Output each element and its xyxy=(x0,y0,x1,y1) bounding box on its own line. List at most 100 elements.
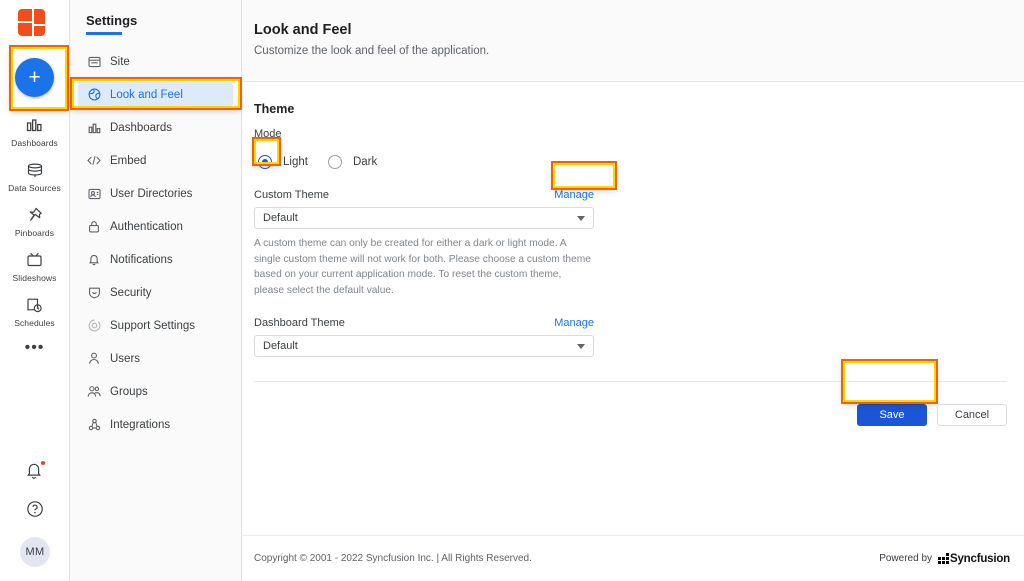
rail-item-dashboards[interactable]: Dashboards xyxy=(0,115,69,148)
rail-item-label: Dashboards xyxy=(11,138,58,148)
powered-by-label: Powered by xyxy=(879,553,932,564)
avatar[interactable]: MM xyxy=(20,537,50,567)
sidebar-item-label: Users xyxy=(110,353,140,365)
form-actions: Save Cancel xyxy=(254,404,1024,426)
custom-theme-select-value: Default xyxy=(263,212,298,224)
integrations-icon xyxy=(87,418,101,432)
rail-item-label: Slideshows xyxy=(13,273,57,283)
dashboard-theme-select[interactable]: Default xyxy=(254,335,594,357)
sidebar-item-label: Support Settings xyxy=(110,320,195,332)
sidebar-item-label: User Directories xyxy=(110,188,192,200)
help-circle-icon xyxy=(26,500,44,518)
radio-dark-wrapper xyxy=(324,151,346,173)
main-content: Look and Feel Customize the look and fee… xyxy=(242,0,1024,581)
mode-radio-group: Light Dark xyxy=(254,151,1024,173)
slideshow-icon xyxy=(26,250,43,270)
add-new-button[interactable]: + xyxy=(15,58,54,97)
help-button[interactable] xyxy=(26,500,44,518)
left-rail: + Dashboards Data xyxy=(0,0,70,581)
sidebar-item-label: Authentication xyxy=(110,221,183,233)
sidebar-item-user-directories[interactable]: User Directories xyxy=(78,181,233,206)
page-title: Look and Feel xyxy=(254,22,1024,38)
sidebar-item-label: Integrations xyxy=(110,419,170,431)
sidebar-item-authentication[interactable]: Authentication xyxy=(78,214,233,239)
sidebar-item-label: Notifications xyxy=(110,254,173,266)
palette-icon xyxy=(87,88,101,102)
custom-theme-label: Custom Theme xyxy=(254,189,329,201)
sidebar-item-support-settings[interactable]: Support Settings xyxy=(78,313,233,338)
schedule-clock-icon xyxy=(26,295,43,315)
user-directory-icon xyxy=(87,187,101,201)
sidebar-item-site[interactable]: Site xyxy=(78,49,233,74)
group-icon xyxy=(87,385,101,399)
sidebar-item-integrations[interactable]: Integrations xyxy=(78,412,233,437)
lifebuoy-icon xyxy=(87,319,101,333)
dashboard-theme-select-value: Default xyxy=(263,340,298,352)
custom-theme-row: Custom Theme Manage xyxy=(254,189,594,201)
chevron-down-icon xyxy=(577,216,585,221)
rail-item-label: Data Sources xyxy=(8,183,61,193)
sidebar-item-look-and-feel[interactable]: Look and Feel xyxy=(78,82,233,107)
radio-light-wrapper xyxy=(254,151,276,173)
rail-item-slideshows[interactable]: Slideshows xyxy=(0,250,69,283)
add-new-button-wrapper: + xyxy=(9,51,61,103)
page-header: Look and Feel Customize the look and fee… xyxy=(242,0,1024,82)
custom-theme-helper-text: A custom theme can only be created for e… xyxy=(254,236,592,298)
settings-nav-underline xyxy=(86,32,122,35)
bar-chart-icon xyxy=(26,115,43,135)
sidebar-item-label: Dashboards xyxy=(110,122,172,134)
notifications-button[interactable] xyxy=(25,461,45,481)
settings-nav-title: Settings xyxy=(70,10,241,28)
pin-icon xyxy=(27,205,43,225)
radio-dark[interactable] xyxy=(328,155,342,169)
sidebar-item-security[interactable]: Security xyxy=(78,280,233,305)
syncfusion-wordmark: Syncfusion xyxy=(950,553,1010,565)
powered-by-group: Powered by Syncfusion xyxy=(879,553,1010,565)
rail-item-schedules[interactable]: Schedules xyxy=(0,295,69,328)
rail-bottom-group: MM xyxy=(0,461,70,567)
rail-item-label: Pinboards xyxy=(15,228,54,238)
sidebar-item-groups[interactable]: Groups xyxy=(78,379,233,404)
sidebar-item-label: Embed xyxy=(110,155,146,167)
rail-item-label: Schedules xyxy=(14,318,55,328)
custom-theme-manage-link[interactable]: Manage xyxy=(554,189,594,201)
database-icon xyxy=(26,160,44,180)
lock-icon xyxy=(87,220,101,234)
sidebar-item-dashboards[interactable]: Dashboards xyxy=(78,115,233,140)
avatar-initials: MM xyxy=(26,546,45,558)
user-icon xyxy=(87,352,101,366)
application-window: + Dashboards Data xyxy=(0,0,1024,581)
radio-light[interactable] xyxy=(258,155,272,169)
sidebar-item-label: Look and Feel xyxy=(110,89,183,101)
rail-item-data-sources[interactable]: Data Sources xyxy=(0,160,69,193)
dashboard-theme-row: Dashboard Theme Manage xyxy=(254,317,594,329)
radio-dark-label: Dark xyxy=(353,156,377,168)
app-logo[interactable] xyxy=(18,9,52,39)
footer: Copyright © 2001 - 2022 Syncfusion Inc. … xyxy=(242,535,1024,581)
mode-label: Mode xyxy=(254,128,1024,140)
settings-nav: Settings Site xyxy=(70,0,242,581)
rail-more-button[interactable]: ••• xyxy=(25,344,45,352)
dashboard-theme-manage-link[interactable]: Manage xyxy=(554,317,594,329)
theme-section-title: Theme xyxy=(254,102,1024,116)
cancel-button[interactable]: Cancel xyxy=(937,404,1007,426)
sidebar-item-label: Security xyxy=(110,287,152,299)
rail-item-pinboards[interactable]: Pinboards xyxy=(0,205,69,238)
bell-icon xyxy=(87,253,101,267)
code-icon xyxy=(87,154,101,168)
sidebar-item-users[interactable]: Users xyxy=(78,346,233,371)
copyright-text: Copyright © 2001 - 2022 Syncfusion Inc. … xyxy=(254,553,532,564)
sidebar-item-label: Groups xyxy=(110,386,148,398)
save-button[interactable]: Save xyxy=(857,404,927,426)
site-icon xyxy=(87,55,101,69)
custom-theme-select[interactable]: Default xyxy=(254,207,594,229)
notification-badge xyxy=(40,460,46,466)
dashboard-theme-label: Dashboard Theme xyxy=(254,317,345,329)
settings-form: Theme Mode Light Dark Custom Theme Manag… xyxy=(242,82,1024,581)
syncfusion-logo: Syncfusion xyxy=(938,553,1010,565)
settings-nav-list: Site Look and Feel xyxy=(70,49,241,437)
sidebar-item-notifications[interactable]: Notifications xyxy=(78,247,233,272)
dashboards-icon xyxy=(87,121,101,135)
sidebar-item-embed[interactable]: Embed xyxy=(78,148,233,173)
sidebar-item-label: Site xyxy=(110,56,130,68)
